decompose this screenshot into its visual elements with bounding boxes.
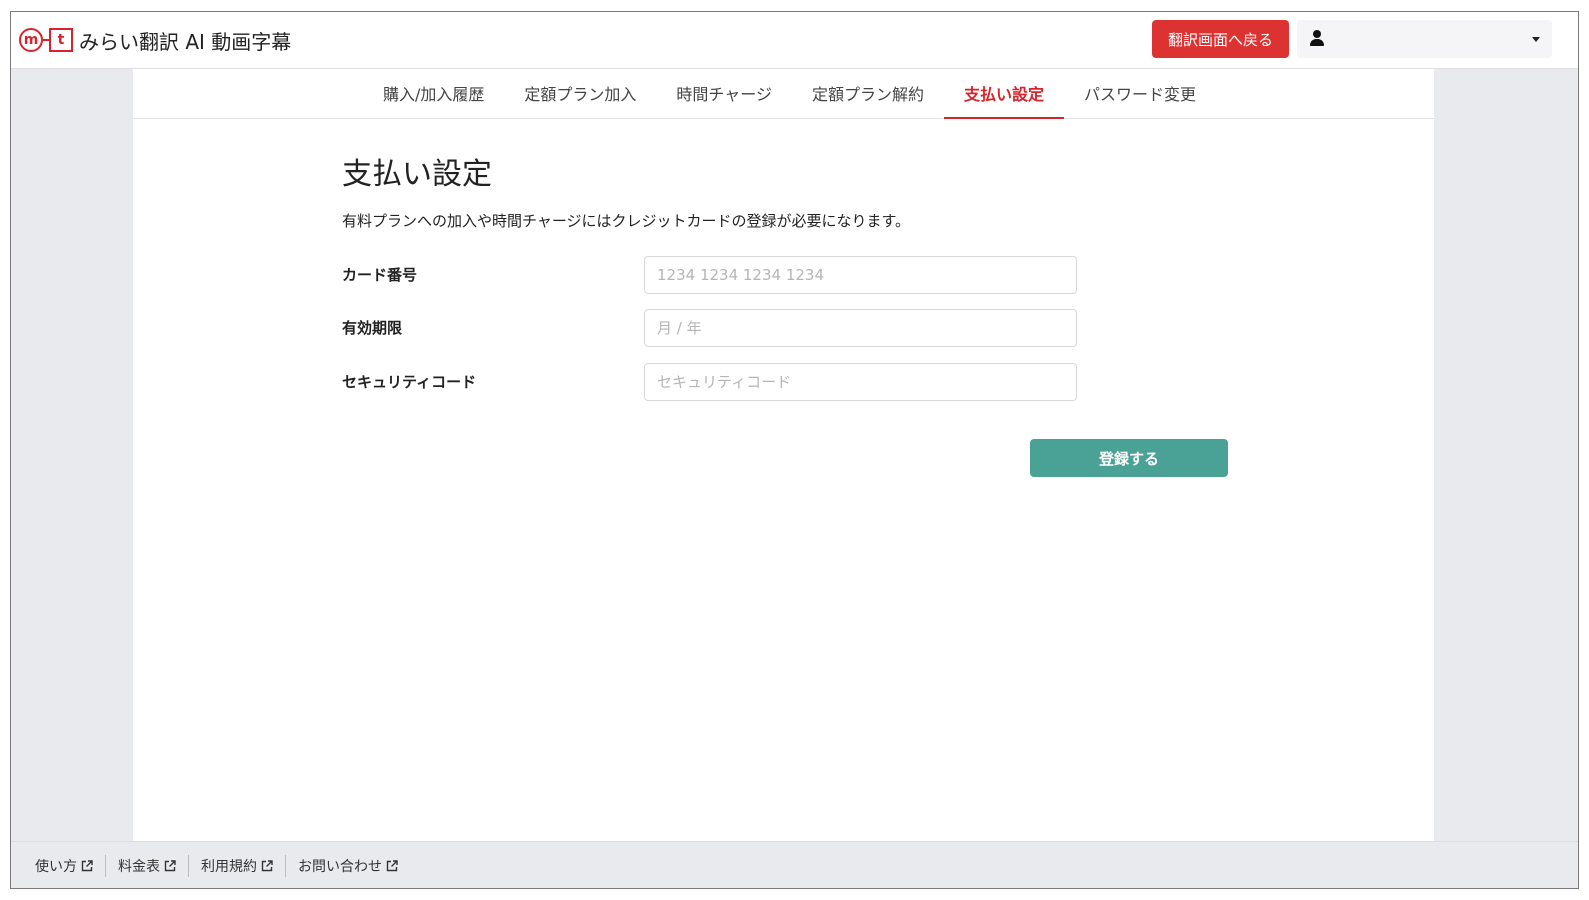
footer-link-label: 料金表 xyxy=(118,859,160,875)
footer: 使い方 料金表 利用規約 お問い合わせ xyxy=(11,841,1578,888)
external-link-icon xyxy=(386,860,398,872)
tab-subscribe-plan[interactable]: 定額プラン加入 xyxy=(504,69,656,119)
card-number-input[interactable] xyxy=(644,256,1077,294)
cvc-row: セキュリティコード xyxy=(342,363,1077,401)
external-link-icon xyxy=(164,860,176,872)
tab-time-charge[interactable]: 時間チャージ xyxy=(656,69,792,119)
logo[interactable]: m t みらい翻訳 AI 動画字幕 xyxy=(19,27,292,54)
user-menu-dropdown[interactable] xyxy=(1297,20,1552,58)
footer-link-contact[interactable]: お問い合わせ xyxy=(286,855,410,877)
footer-link-label: 利用規約 xyxy=(201,859,257,875)
footer-link-label: お問い合わせ xyxy=(298,859,382,875)
card-number-label: カード番号 xyxy=(342,266,418,284)
app-window: m t みらい翻訳 AI 動画字幕 翻訳画面へ戻る 購入/加入履歴 定額プラン加… xyxy=(10,11,1579,889)
footer-link-label: 使い方 xyxy=(35,859,77,875)
register-button[interactable]: 登録する xyxy=(1030,439,1228,477)
logo-t-mark: t xyxy=(49,28,73,52)
external-link-icon xyxy=(261,860,273,872)
user-icon xyxy=(1309,30,1325,48)
cvc-input[interactable] xyxy=(644,363,1077,401)
page-description: 有料プランへの加入や時間チャージにはクレジットカードの登録が必要になります。 xyxy=(342,212,911,230)
expiry-row: 有効期限 xyxy=(342,309,1077,347)
external-link-icon xyxy=(81,860,93,872)
tab-purchase-history[interactable]: 購入/加入履歴 xyxy=(363,69,504,119)
settings-tabs: 購入/加入履歴 定額プラン加入 時間チャージ 定額プラン解約 支払い設定 パスワ… xyxy=(133,69,1434,119)
header: m t みらい翻訳 AI 動画字幕 翻訳画面へ戻る xyxy=(11,12,1578,69)
logo-m-mark: m xyxy=(19,28,43,52)
back-to-translation-button[interactable]: 翻訳画面へ戻る xyxy=(1152,20,1289,58)
page-title: 支払い設定 xyxy=(342,157,492,192)
footer-link-pricing[interactable]: 料金表 xyxy=(106,855,188,877)
footer-link-terms[interactable]: 利用規約 xyxy=(189,855,285,877)
cvc-label: セキュリティコード xyxy=(342,373,477,391)
tab-payment-settings[interactable]: 支払い設定 xyxy=(943,69,1064,119)
card-number-row: カード番号 xyxy=(342,256,1077,294)
expiry-label: 有効期限 xyxy=(342,319,403,337)
expiry-input[interactable] xyxy=(644,309,1077,347)
caret-down-icon xyxy=(1532,37,1540,42)
content-panel: 購入/加入履歴 定額プラン加入 時間チャージ 定額プラン解約 支払い設定 パスワ… xyxy=(133,69,1434,841)
app-title: みらい翻訳 AI 動画字幕 xyxy=(79,29,292,54)
tab-change-password[interactable]: パスワード変更 xyxy=(1064,69,1216,119)
tab-cancel-plan[interactable]: 定額プラン解約 xyxy=(792,69,944,119)
footer-link-how-to-use[interactable]: 使い方 xyxy=(23,855,105,877)
